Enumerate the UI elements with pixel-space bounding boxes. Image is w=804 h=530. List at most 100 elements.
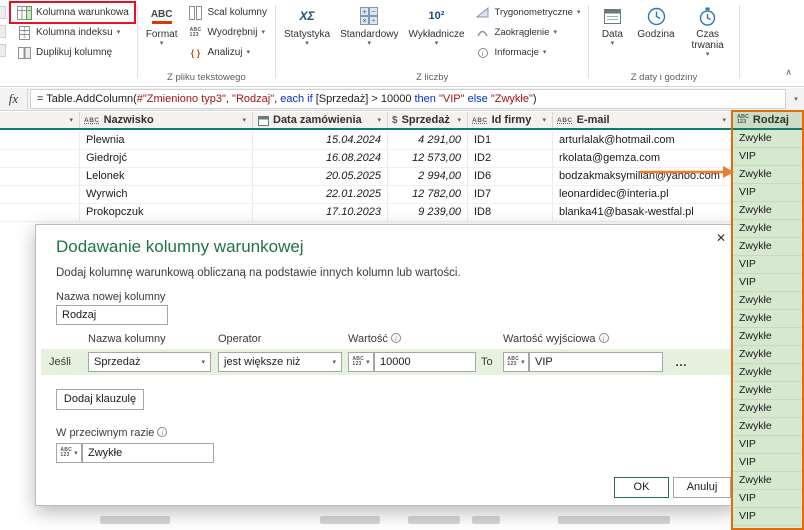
chevron-down-icon: ▾ <box>542 49 547 56</box>
table-row[interactable]: Lelonek 20.05.2025 2 994,00 ID6 bodzakma… <box>0 168 733 186</box>
chevron-down-icon: ▾ <box>246 49 251 56</box>
ribbon-group-columns: Kolumna warunkowa 123 Kolumna indeksu ▾ <box>9 0 136 86</box>
column-header-clipped[interactable]: ▾ <box>0 112 80 128</box>
cell-email: bodzakmaksymilian@yahoo.com <box>553 168 733 186</box>
formula-token: "VIP" <box>438 93 468 105</box>
chevron-down-icon: ▾ <box>261 29 265 36</box>
cell-rodzaj: Zwykłe <box>733 292 804 310</box>
table-row[interactable]: Wyrwich 22.01.2025 12 782,00 ID7 leonard… <box>0 186 733 204</box>
statistics-label: Statystyka <box>283 29 331 40</box>
output-type-button[interactable]: ABC 123 ▾ <box>503 352 529 372</box>
scientific-icon: 10² <box>428 10 445 22</box>
column-header-sprzedaz[interactable]: $ Sprzedaż ▾ <box>388 112 468 128</box>
cell-data-zamowienia: 16.08.2024 <box>253 150 388 168</box>
power-query-window: Kolumna warunkowa 123 Kolumna indeksu ▾ <box>0 0 804 530</box>
chevron-down-icon: ▾ <box>159 40 164 47</box>
more-options-icon[interactable]: … <box>669 352 693 372</box>
filter-icon[interactable]: ▾ <box>240 115 248 125</box>
ribbon-divider <box>274 5 276 78</box>
trigonometry-label: Trygonometryczne <box>494 7 573 18</box>
value-type-button[interactable]: ABC 123 ▾ <box>348 352 374 372</box>
statistics-button[interactable]: ΧΣ Statystyka ▾ <box>280 3 334 47</box>
trigonometry-button[interactable]: Trygonometryczne ▾ <box>471 3 585 22</box>
table-row[interactable]: Prokopczuk 17.10.2023 9 239,00 ID8 blank… <box>0 204 733 222</box>
cell-rodzaj: Zwykłe <box>733 418 804 436</box>
cell-rodzaj: VIP <box>733 436 804 454</box>
cell-rodzaj: Zwykłe <box>733 130 804 148</box>
extract-button[interactable]: ABC 123 Wyodrębnij ▾ <box>184 23 271 42</box>
formula-token: [Sprzedaż] > <box>315 93 381 105</box>
selected-value: jest większe niż <box>224 356 301 368</box>
filter-icon[interactable]: ▾ <box>67 115 75 125</box>
cell-data-zamowienia: 17.10.2023 <box>253 204 388 222</box>
filter-icon[interactable]: ▾ <box>375 115 383 125</box>
duplicate-column-button[interactable]: Duplikuj kolumnę <box>12 43 133 62</box>
info-icon: i <box>390 333 401 343</box>
formula-input[interactable]: = Table.AddColumn(#"Zmieniono typ3", "Ro… <box>30 89 786 109</box>
rounding-button[interactable]: Zaokrąglenie ▾ <box>471 23 585 42</box>
formula-token: = Table.AddColumn( <box>37 93 137 105</box>
duplicate-column-label: Duplikuj kolumnę <box>36 47 113 58</box>
any-type-icon: ABC 123 <box>737 113 749 125</box>
column-header-id-firmy[interactable]: ABC Id firmy ▾ <box>468 112 553 128</box>
cancel-button[interactable]: Anuluj <box>673 477 731 498</box>
duplicate-column-icon <box>16 45 32 60</box>
information-icon: i <box>475 45 491 60</box>
column-header-nazwisko[interactable]: ABC Nazwisko ▾ <box>80 112 253 128</box>
to-label: To <box>481 356 493 368</box>
condition-operator-select[interactable]: jest większe niż ▾ <box>218 352 342 372</box>
cell-rodzaj: Zwykłe <box>733 238 804 256</box>
condition-output-input[interactable] <box>529 352 663 372</box>
column-header-data-zamowienia[interactable]: Data zamówienia ▾ <box>253 112 388 128</box>
filter-icon[interactable]: ▾ <box>455 115 463 125</box>
stopwatch-icon <box>698 3 717 29</box>
ok-button[interactable]: OK <box>614 477 669 498</box>
chevron-down-icon: ▾ <box>521 358 525 366</box>
new-column-name-input[interactable] <box>56 305 168 325</box>
cell-rodzaj: VIP <box>733 490 804 508</box>
table-row[interactable]: Plewnia 15.04.2024 4 291,00 ID1 arturlal… <box>0 132 733 150</box>
table-row[interactable]: Giedrojć 16.08.2024 12 573,00 ID2 rkolat… <box>0 150 733 168</box>
parse-button[interactable]: { } Analizuj ▾ <box>184 43 271 62</box>
svg-text:×: × <box>363 18 367 25</box>
condition-column-select[interactable]: Sprzedaż ▾ <box>88 352 211 372</box>
filter-icon[interactable]: ▾ <box>540 115 548 125</box>
any-type-icon: ABC 123 <box>352 356 365 367</box>
cell-rodzaj: Zwykłe <box>733 328 804 346</box>
time-button[interactable]: Godzina <box>633 3 678 40</box>
group-label-datetime: Z daty i godziny <box>630 72 698 83</box>
merge-columns-button[interactable]: Scal kolumny <box>184 3 271 22</box>
standard-button[interactable]: + − × ÷ Standardowy ▾ <box>336 3 402 47</box>
else-value-input[interactable] <box>82 443 214 463</box>
if-label: Jeśli <box>49 356 72 368</box>
add-clause-button[interactable]: Dodaj klauzulę <box>56 389 144 410</box>
collapse-ribbon-icon[interactable]: ∧ <box>785 67 792 78</box>
rounding-label: Zaokrąglenie <box>494 27 550 38</box>
filter-icon[interactable]: ▾ <box>720 115 728 125</box>
date-button[interactable]: Data ▾ <box>593 3 631 47</box>
condition-value-input[interactable] <box>374 352 476 372</box>
formula-token: if <box>307 93 316 105</box>
close-icon[interactable]: ✕ <box>716 231 726 245</box>
index-column-button[interactable]: 123 Kolumna indeksu ▾ <box>12 23 133 42</box>
cell-rodzaj: VIP <box>733 184 804 202</box>
formula-expand-icon[interactable]: ▾ <box>788 88 804 110</box>
index-column-icon: 123 <box>16 25 32 40</box>
column-header-email[interactable]: ABC E-mail ▾ <box>553 112 733 128</box>
format-button[interactable]: ABC Format ▾ <box>142 3 182 48</box>
scientific-button[interactable]: 10² Wykładnicze ▾ <box>404 3 468 47</box>
merge-columns-icon <box>188 5 204 20</box>
cell-clipped <box>0 150 80 168</box>
information-button[interactable]: i Informacje ▾ <box>471 43 585 62</box>
conditional-column-button[interactable]: Kolumna warunkowa <box>9 1 136 24</box>
cell-email: leonardidec@interia.pl <box>553 186 733 204</box>
cell-clipped <box>0 132 80 150</box>
ribbon-divider <box>738 5 740 78</box>
duration-button[interactable]: Czas trwania ▾ <box>681 3 735 58</box>
cell-nazwisko: Lelonek <box>80 168 253 186</box>
chevron-down-icon: ▾ <box>367 40 372 47</box>
column-header-rodzaj[interactable]: ABC 123 Rodzaj <box>733 112 804 130</box>
else-type-button[interactable]: ABC 123 ▾ <box>56 443 82 463</box>
svg-text:+: + <box>363 9 367 16</box>
format-label: Format <box>145 29 178 40</box>
